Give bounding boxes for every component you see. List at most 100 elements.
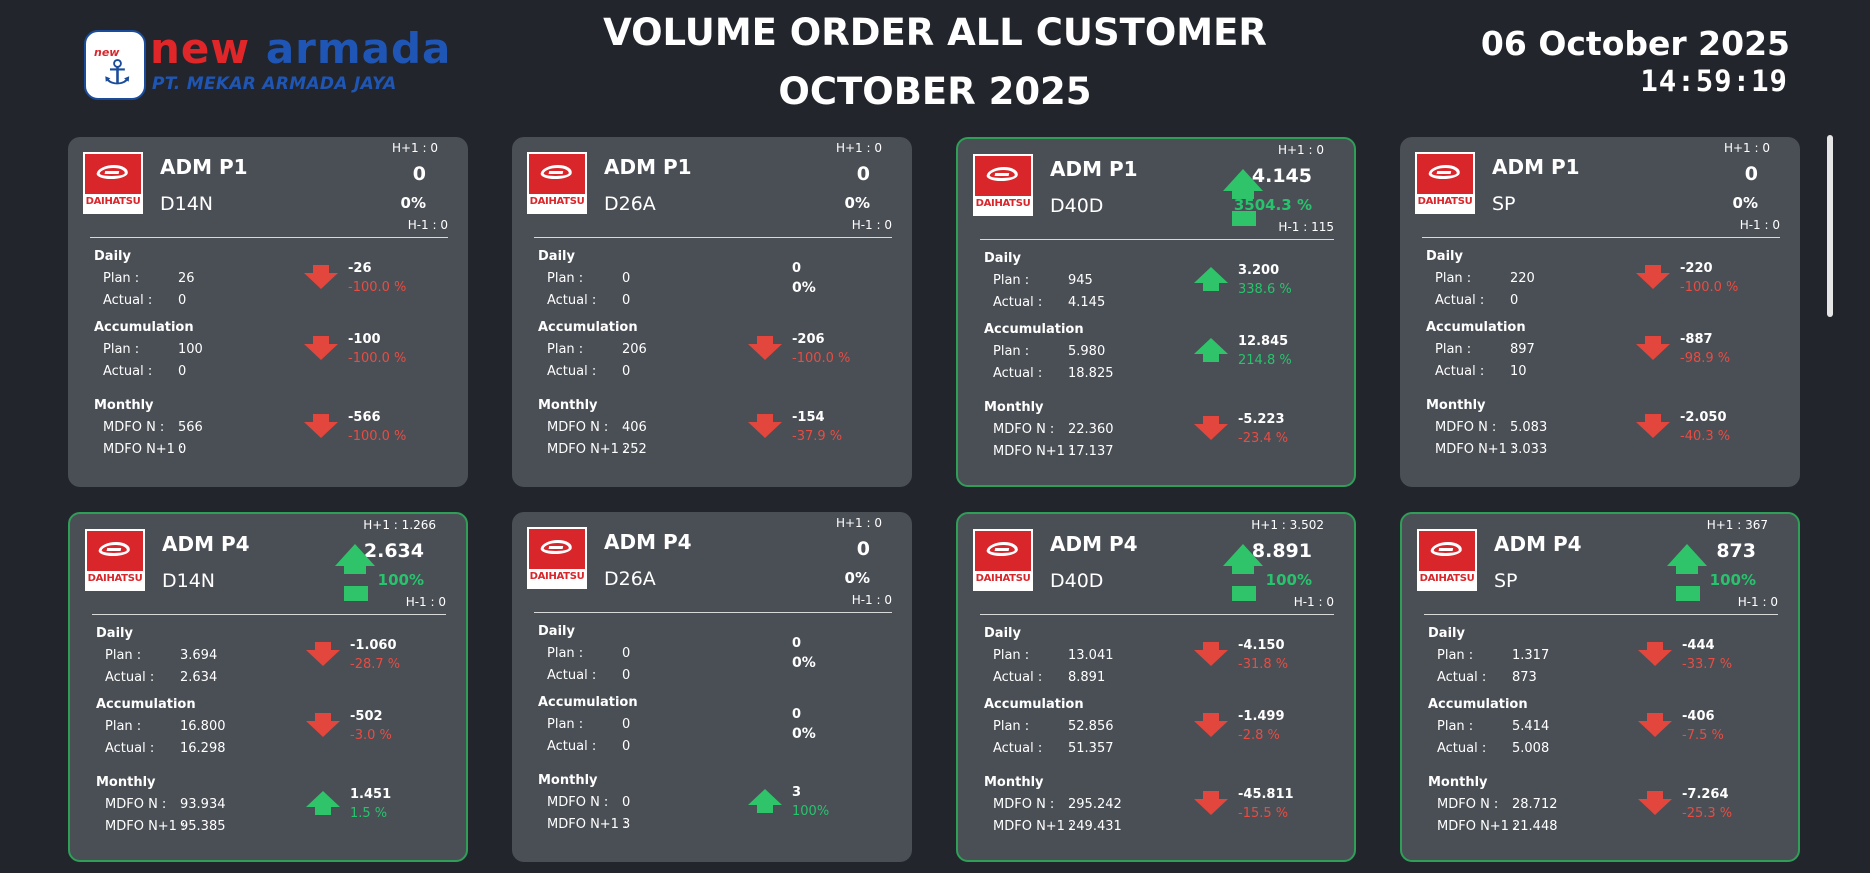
- accum-section-label: Accumulation: [96, 697, 196, 712]
- scrollbar[interactable]: [1827, 135, 1833, 317]
- arrow-down-head: [306, 650, 340, 666]
- monthly-difference: -2.050: [1680, 410, 1727, 425]
- customer-card[interactable]: DAIHATSU ADM P1 D14N H+1 : 0 H-1 : 0 0 0% Daily…: [68, 137, 468, 487]
- accum-difference-percent: 0%: [792, 726, 816, 742]
- daihatsu-logo-icon: DAIHATSU: [85, 529, 145, 591]
- daily-row1-label: Plan :: [103, 271, 140, 286]
- daily-row1-label: Plan :: [547, 271, 584, 286]
- monthly-difference: 1.451: [350, 787, 392, 802]
- part-code: D26A: [604, 193, 656, 215]
- logo-word-armada: armada: [265, 24, 452, 73]
- daily-section-label: Daily: [984, 251, 1021, 266]
- monthly-row1-label: MDFO N :: [103, 420, 165, 435]
- monthly-difference: 3: [792, 785, 802, 800]
- daily-row2-label: Actual :: [1435, 293, 1485, 308]
- accum-difference: -100: [348, 332, 381, 347]
- monthly-arrow-down-icon: [1638, 791, 1672, 817]
- arrow-down-head: [1636, 344, 1670, 360]
- trend-up-icon: [335, 544, 375, 601]
- customer-card[interactable]: DAIHATSU ADM P1 D26A H+1 : 0 H-1 : 0 0 0% Daily…: [512, 137, 912, 487]
- brand-red-block: [529, 154, 585, 194]
- monthly-arrow-up-icon: [748, 789, 782, 815]
- arrow-stem: [313, 265, 329, 273]
- monthly-row1-label: MDFO N :: [1435, 420, 1497, 435]
- accum-difference: -406: [1682, 709, 1715, 724]
- h-minus-1: H-1 : 0: [407, 218, 448, 232]
- monthly-row1-value: 93.934: [180, 797, 226, 812]
- daily-difference: -444: [1682, 638, 1715, 653]
- customer-name: ADM P4: [1050, 532, 1138, 556]
- arrow-down-head: [306, 721, 340, 737]
- divider: [980, 614, 1334, 615]
- monthly-arrow-down-icon: [748, 414, 782, 440]
- monthly-arrow-down-icon: [1194, 416, 1228, 442]
- daily-difference: -220: [1680, 261, 1713, 276]
- customer-card[interactable]: DAIHATSU ADM P4 D26A H+1 : 0 H-1 : 0 0 0% Daily…: [512, 512, 912, 862]
- accum-difference-percent: -98.9 %: [1680, 351, 1731, 366]
- part-code: D14N: [162, 570, 216, 592]
- daily-row1-value: 1.317: [1512, 648, 1550, 663]
- daily-arrow-up-icon: [1194, 267, 1228, 293]
- arrow-stem: [1232, 191, 1254, 199]
- accum-section-label: Accumulation: [984, 322, 1084, 337]
- daily-arrow-down-icon: [1194, 642, 1228, 668]
- daily-arrow-down-icon: [306, 642, 340, 668]
- accum-difference: -1.499: [1238, 709, 1285, 724]
- part-code: D26A: [604, 568, 656, 590]
- monthly-section-label: Monthly: [94, 398, 154, 413]
- daily-row2-label: Actual :: [547, 293, 597, 308]
- arrow-stem: [313, 414, 329, 422]
- daily-section-label: Daily: [538, 249, 575, 264]
- arrow-up-head: [335, 544, 375, 566]
- divider: [534, 237, 892, 238]
- monthly-section-label: Monthly: [984, 400, 1044, 415]
- customer-card[interactable]: DAIHATSU ADM P1 SP H+1 : 0 H-1 : 0 0 0% Daily Pl…: [1400, 137, 1800, 487]
- company-logo: new ⚓ new armada PT. MEKAR ARMADA JAYA: [84, 26, 450, 102]
- accum-difference: -502: [350, 709, 383, 724]
- customer-name: ADM P4: [1494, 532, 1582, 556]
- arrow-stem: [315, 807, 331, 815]
- daily-row1-value: 0: [622, 646, 631, 661]
- arrow-stem: [1203, 416, 1219, 424]
- customer-card[interactable]: DAIHATSU ADM P4 SP H+1 : 367 H-1 : 0 873 100% D…: [1400, 512, 1800, 862]
- anchor-badge-icon: new ⚓: [84, 30, 146, 100]
- today-volume: 0: [1744, 163, 1758, 185]
- accum-row1-value: 100: [178, 342, 203, 357]
- arrow-up-head: [1223, 169, 1263, 191]
- daily-difference-percent: 0%: [792, 655, 816, 671]
- monthly-row2-value: 21.448: [1512, 819, 1558, 834]
- daily-difference-percent: -100.0 %: [1680, 280, 1739, 295]
- arrow-down-head: [304, 273, 338, 289]
- monthly-row1-value: 406: [622, 420, 647, 435]
- daily-row2-value: 2.634: [180, 670, 218, 685]
- accum-row2-value: 18.825: [1068, 366, 1114, 381]
- accum-arrow-down-icon: [1636, 336, 1670, 362]
- accum-arrow-down-icon: [304, 336, 338, 362]
- daily-section-label: Daily: [96, 626, 133, 641]
- arrow-up-head: [748, 789, 782, 805]
- monthly-arrow-down-icon: [304, 414, 338, 440]
- customer-card[interactable]: DAIHATSU ADM P4 D40D H+1 : 3.502 H-1 : 0 8.89…: [956, 512, 1356, 862]
- monthly-row2-label: MDFO N+1 :: [547, 442, 628, 457]
- daily-row1-label: Plan :: [105, 648, 142, 663]
- accum-difference-percent: -100.0 %: [792, 351, 851, 366]
- arrow-up-head: [1194, 338, 1228, 354]
- h-minus-1: H-1 : 0: [1293, 595, 1334, 609]
- monthly-section-label: Monthly: [1428, 775, 1488, 790]
- daihatsu-logo-icon: DAIHATSU: [973, 529, 1033, 591]
- arrow-down-head: [304, 422, 338, 438]
- h-minus-1: H-1 : 0: [1737, 595, 1778, 609]
- monthly-row1-value: 28.712: [1512, 797, 1558, 812]
- daily-row1-label: Plan :: [547, 646, 584, 661]
- customer-card[interactable]: DAIHATSU ADM P1 D40D H+1 : 0 H-1 : 115 4.145 3…: [956, 137, 1356, 487]
- brand-label: DAIHATSU: [529, 196, 585, 207]
- monthly-row2-label: MDFO N+1 :: [103, 442, 184, 457]
- arrow-stem: [1203, 713, 1219, 721]
- customer-card[interactable]: DAIHATSU ADM P4 D14N H+1 : 1.266 H-1 : 0 2.63…: [68, 512, 468, 862]
- monthly-row1-value: 566: [178, 420, 203, 435]
- monthly-row2-value: 17.137: [1068, 444, 1114, 459]
- h-minus-1: H-1 : 0: [1739, 218, 1780, 232]
- daily-difference-percent: -28.7 %: [350, 657, 401, 672]
- daily-row1-value: 945: [1068, 273, 1093, 288]
- daily-row2-label: Actual :: [1437, 670, 1487, 685]
